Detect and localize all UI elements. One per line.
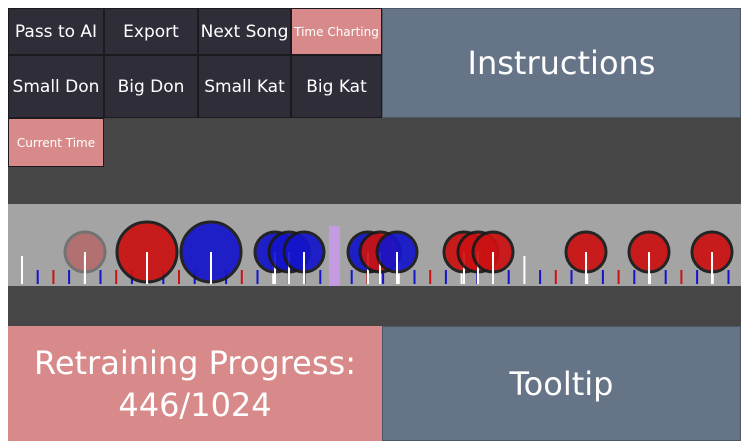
next-song-button[interactable]: Next Song <box>198 8 291 55</box>
small-don-button[interactable]: Small Don <box>8 55 104 118</box>
small-kat-button[interactable]: Small Kat <box>198 55 291 118</box>
track-upper-band <box>8 118 741 204</box>
big-don-button[interactable]: Big Don <box>104 55 198 118</box>
tooltip-label: Tooltip <box>509 364 614 403</box>
big-kat-button[interactable]: Big Kat <box>291 55 382 118</box>
export-button[interactable]: Export <box>104 8 198 55</box>
don-note[interactable] <box>115 220 179 284</box>
instructions-panel: Instructions <box>382 8 741 118</box>
retraining-progress-panel: Retraining Progress: 446/1024 <box>8 326 382 441</box>
kat-note[interactable] <box>179 220 243 284</box>
time-charting-button[interactable]: Time Charting <box>291 8 382 55</box>
instructions-label: Instructions <box>467 44 656 82</box>
pass-to-ai-button[interactable]: Pass to AI <box>8 8 104 55</box>
don-note[interactable] <box>63 230 107 284</box>
current-time-button[interactable]: Current Time <box>8 118 104 167</box>
progress-count: 446/1024 <box>118 385 272 424</box>
playhead-cursor[interactable] <box>329 226 340 286</box>
timeline-canvas[interactable] <box>8 204 741 286</box>
track-lower-band <box>8 286 741 326</box>
progress-title: Retraining Progress: <box>34 343 356 382</box>
tooltip-panel: Tooltip <box>382 326 741 441</box>
